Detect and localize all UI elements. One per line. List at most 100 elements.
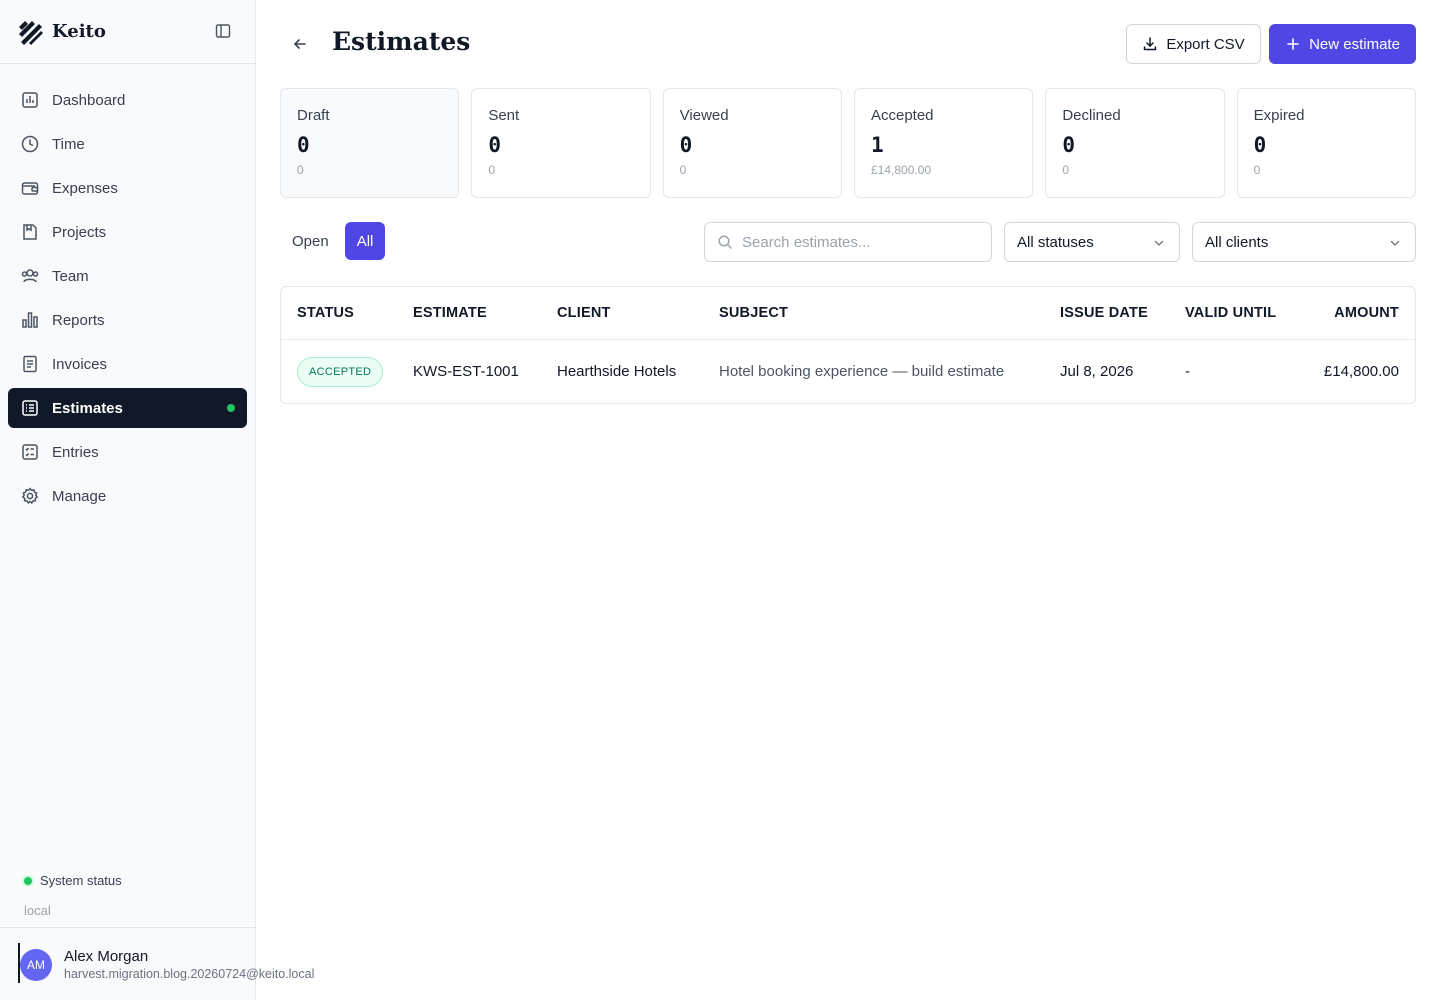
user-name: Alex Morgan [64, 948, 149, 965]
column-header-status[interactable]: STATUS [297, 305, 354, 321]
column-header-amount[interactable]: AMOUNT [1334, 305, 1399, 321]
column-header-estimate[interactable]: ESTIMATE [413, 305, 487, 321]
wallet-icon [21, 182, 39, 195]
card-amount: 0 [679, 163, 687, 177]
card-label: Draft [297, 107, 330, 124]
new-estimate-button[interactable]: New estimate [1269, 24, 1416, 64]
status-filter-select[interactable]: All statuses [1004, 222, 1180, 262]
column-header-issue-date[interactable]: ISSUE DATE [1060, 305, 1148, 321]
sidebar-item-dashboard[interactable]: Dashboard [8, 80, 247, 120]
column-header-client[interactable]: CLIENT [557, 305, 611, 321]
client-filter-value: All clients [1205, 233, 1269, 251]
tab-open[interactable]: Open [280, 222, 341, 260]
clock-icon [21, 135, 39, 153]
client-filter-select[interactable]: All clients [1192, 222, 1416, 262]
system-status[interactable]: System status [24, 873, 122, 888]
search-input[interactable] [742, 233, 982, 251]
sidebar-item-label: Time [52, 135, 85, 153]
estimate-amount: £14,800.00 [1323, 363, 1399, 380]
card-count: 0 [297, 133, 310, 157]
sidebar-item-label: Expenses [52, 179, 118, 197]
client-name: Hearthside Hotels [557, 363, 677, 380]
column-header-valid-until[interactable]: VALID UNTIL [1185, 305, 1276, 321]
export-csv-button[interactable]: Export CSV [1126, 24, 1261, 64]
card-label: Accepted [870, 107, 934, 124]
sidebar-item-projects[interactable]: Projects [8, 212, 247, 252]
card-label: Declined [1062, 107, 1121, 124]
card-amount: 0 [1253, 163, 1261, 177]
gear-icon [21, 487, 39, 504]
card-declined[interactable]: Declined 0 0 [1045, 88, 1225, 198]
invoice-icon [23, 355, 37, 373]
chevron-down-icon [1390, 240, 1400, 246]
dashboard-icon [22, 92, 38, 108]
card-count: 0 [1253, 133, 1267, 157]
search-box [704, 222, 992, 262]
estimate-subject: Hotel booking experience — build estimat… [719, 363, 1005, 380]
sidebar-item-label: Estimates [52, 399, 123, 417]
search-icon [718, 235, 732, 249]
card-label: Viewed [679, 107, 729, 124]
sidebar-item-estimates[interactable]: Estimates [8, 388, 247, 428]
brand-header: Keito [0, 0, 255, 64]
sidebar-item-time[interactable]: Time [8, 124, 247, 164]
card-amount: 0 [488, 163, 496, 177]
card-viewed[interactable]: Viewed 0 0 [662, 88, 842, 198]
card-count: 1 [870, 133, 884, 157]
app-name: Keito [52, 21, 106, 42]
sidebar-item-entries[interactable]: Entries [8, 432, 247, 472]
avatar: AM [20, 949, 52, 981]
sidebar-nav: Dashboard Time Expenses Projects Team Re… [0, 64, 255, 516]
status-dot-icon [24, 876, 32, 885]
sidebar-item-label: Invoices [52, 355, 108, 373]
folder-icon [23, 224, 37, 240]
sidebar-item-label: Projects [52, 223, 107, 241]
table-row[interactable]: ACCEPTED KWS-EST-1001 Hearthside Hotels … [281, 340, 1415, 403]
card-count: 0 [488, 133, 501, 157]
sidebar-item-label: Manage [52, 487, 107, 505]
sidebar-item-expenses[interactable]: Expenses [8, 168, 247, 208]
card-amount: 0 [297, 163, 304, 177]
card-amount: 0 [1062, 163, 1069, 177]
estimates-table: STATUS ESTIMATE CLIENT SUBJECT ISSUE DAT… [280, 286, 1416, 404]
sidebar: Keito Dashboard Time Expenses Projects T… [0, 0, 314, 1000]
environment-label: local [24, 903, 51, 918]
issue-date: Jul 8, 2026 [1060, 363, 1134, 380]
user-profile[interactable]: AM Alex Morgan harvest.migration.blog.20… [0, 927, 314, 1000]
status-filter-value: All statuses [1017, 233, 1094, 251]
sidebar-item-reports[interactable]: Reports [8, 300, 247, 340]
card-expired[interactable]: Expired 0 0 [1236, 88, 1416, 198]
checklist-icon [22, 444, 38, 460]
card-label: Sent [488, 107, 520, 124]
system-status-label: System status [40, 873, 122, 888]
status-badge: ACCEPTED [297, 357, 384, 387]
chevron-down-icon [1154, 240, 1164, 246]
list-icon [22, 400, 38, 416]
sidebar-item-invoices[interactable]: Invoices [8, 344, 247, 384]
card-draft[interactable]: Draft 0 0 [280, 88, 460, 198]
card-amount: £14,800.00 [870, 163, 932, 177]
column-header-subject[interactable]: SUBJECT [719, 305, 788, 321]
keito-logo-icon [19, 20, 43, 45]
sidebar-item-label: Entries [52, 443, 99, 461]
sidebar-item-label: Team [52, 267, 89, 285]
card-count: 0 [1062, 133, 1075, 157]
card-count: 0 [679, 133, 693, 157]
status-summary-cards: Draft 0 0 Sent 0 0 Viewed 0 0 Accepted 1… [280, 88, 1416, 198]
back-arrow-icon[interactable] [290, 34, 310, 54]
tab-all[interactable]: All [344, 222, 386, 260]
main-content: Estimates Export CSV New estimate Draft … [256, 0, 1440, 1000]
sidebar-toggle-icon[interactable] [215, 23, 231, 39]
sidebar-item-team[interactable]: Team [8, 256, 247, 296]
plus-icon [1287, 38, 1299, 50]
card-sent[interactable]: Sent 0 0 [471, 88, 651, 198]
estimate-number[interactable]: KWS-EST-1001 [413, 363, 519, 380]
download-icon [1144, 37, 1157, 51]
sidebar-item-manage[interactable]: Manage [8, 476, 247, 516]
sidebar-item-label: Dashboard [52, 91, 126, 109]
active-indicator-dot [227, 404, 235, 412]
card-label: Expired [1253, 107, 1305, 124]
bar-chart-icon [22, 312, 38, 328]
page-title: Estimates [332, 27, 471, 56]
card-accepted[interactable]: Accepted 1 £14,800.00 [853, 88, 1034, 198]
